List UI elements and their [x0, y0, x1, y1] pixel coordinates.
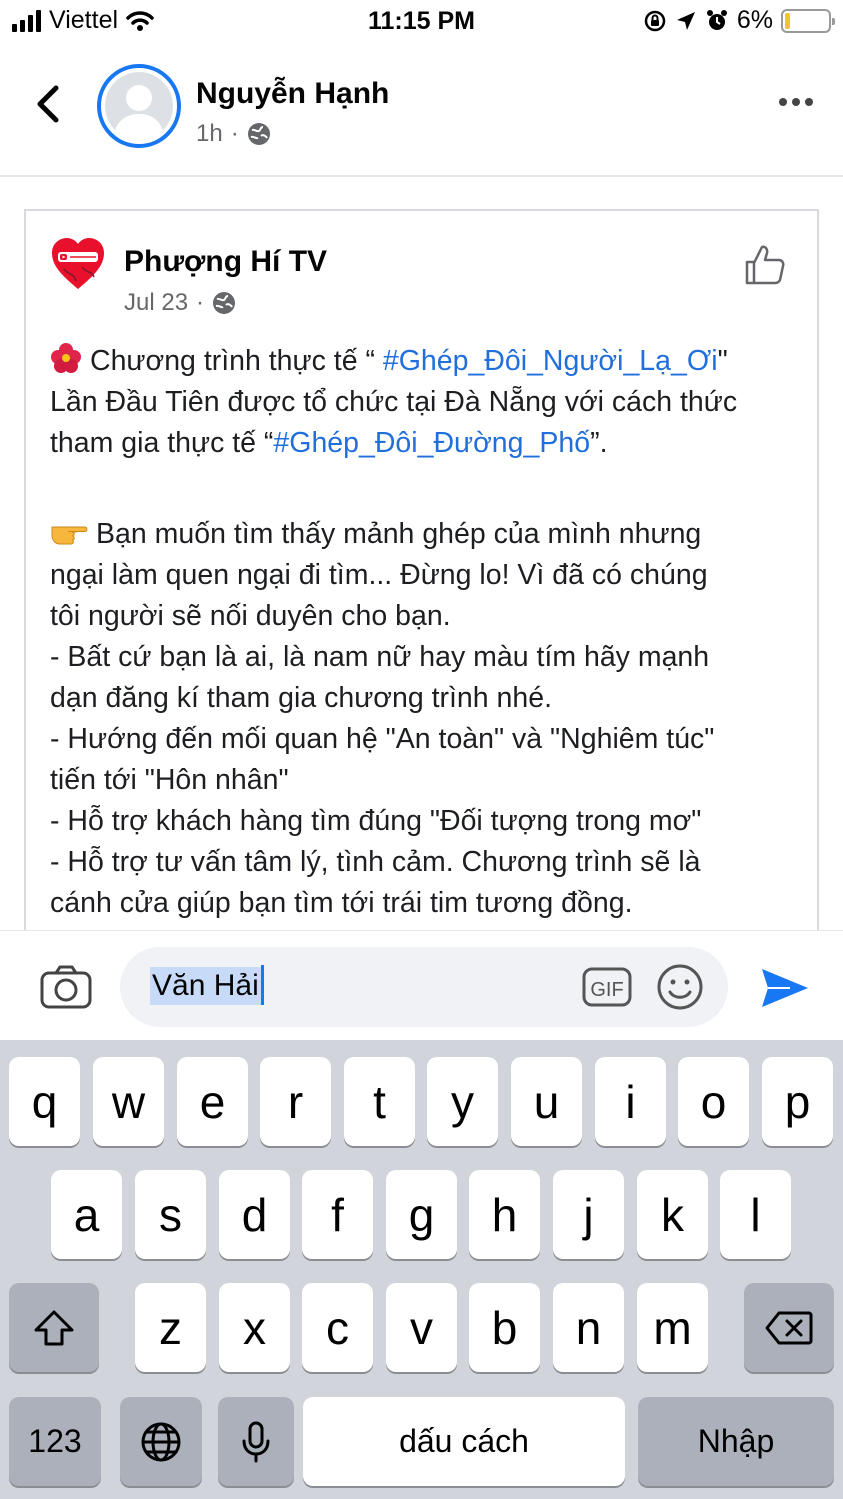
- hashtag-link[interactable]: #Ghép_Đôi_Đường_Phố: [273, 427, 590, 459]
- post-line: Chương trình thực tế “ #Ghép_Đôi_Người_L…: [50, 341, 810, 382]
- post-text: Chương trình thực tế “ #Ghép_Đôi_Người_L…: [50, 341, 810, 924]
- page-post-meta: Jul 23 ·: [124, 289, 236, 317]
- keyboard: q w e r t y u i o p a s d f g h j k l z …: [0, 1040, 843, 1499]
- backspace-icon: [765, 1311, 813, 1344]
- shift-arrow-icon: [34, 1310, 74, 1345]
- globe-icon: [141, 1422, 181, 1461]
- battery-icon: [781, 8, 835, 33]
- dictation-key[interactable]: [218, 1397, 294, 1486]
- post-line: Lần Đầu Tiên được tổ chức tại Đà Nẵng vớ…: [50, 386, 738, 418]
- page-name[interactable]: Phượng Hí TV: [124, 245, 327, 279]
- key-y[interactable]: y: [427, 1057, 498, 1146]
- battery-percent: 6%: [736, 6, 773, 34]
- post-line: tôi người sẽ nối duyên cho bạn.: [50, 600, 451, 632]
- camera-button[interactable]: [40, 965, 92, 1009]
- key-u[interactable]: u: [511, 1057, 582, 1146]
- key-j[interactable]: j: [553, 1170, 624, 1259]
- microphone-icon: [242, 1421, 270, 1462]
- post-line: cánh cửa giúp bạn tìm tới trái tim tương…: [50, 887, 633, 919]
- key-g[interactable]: g: [386, 1170, 457, 1259]
- avatar-placeholder-icon: [105, 72, 173, 140]
- key-m[interactable]: m: [637, 1283, 708, 1372]
- author-avatar[interactable]: [97, 64, 181, 148]
- key-c[interactable]: c: [302, 1283, 373, 1372]
- post-line: - Hỗ trợ tư vấn tâm lý, tình cảm. Chương…: [50, 846, 701, 878]
- send-button[interactable]: [760, 965, 810, 1011]
- key-l[interactable]: l: [720, 1170, 791, 1259]
- numbers-key[interactable]: 123: [9, 1397, 101, 1486]
- return-key[interactable]: Nhập: [638, 1397, 834, 1486]
- page-post-date[interactable]: Jul 23: [124, 289, 188, 317]
- key-f[interactable]: f: [302, 1170, 373, 1259]
- meta-separator: ·: [196, 289, 205, 316]
- shift-key[interactable]: [9, 1283, 99, 1372]
- key-q[interactable]: q: [9, 1057, 80, 1146]
- post-time[interactable]: 1h: [196, 120, 223, 148]
- post-line: - Bất cứ bạn là ai, là nam nữ hay màu tí…: [50, 641, 710, 673]
- gif-button[interactable]: GIF: [582, 965, 632, 1009]
- key-v[interactable]: v: [386, 1283, 457, 1372]
- post-meta: 1h ·: [196, 120, 271, 148]
- status-right: 6%: [643, 6, 835, 35]
- key-n[interactable]: n: [553, 1283, 624, 1372]
- key-e[interactable]: e: [177, 1057, 248, 1146]
- like-thumb-icon[interactable]: [743, 243, 787, 287]
- key-d[interactable]: d: [219, 1170, 290, 1259]
- post-line: tiến tới "Hôn nhân": [50, 764, 289, 796]
- key-z[interactable]: z: [135, 1283, 206, 1372]
- post-line: dạn đăng kí tham gia chương trình nhé.: [50, 682, 553, 714]
- text-caret: [261, 965, 264, 1005]
- pointing-hand-emoji-icon: [51, 526, 88, 545]
- key-b[interactable]: b: [469, 1283, 540, 1372]
- key-p[interactable]: p: [762, 1057, 833, 1146]
- post-line: tham gia thực tế “#Ghép_Đôi_Đường_Phố”.: [50, 427, 608, 459]
- meta-separator: ·: [230, 120, 239, 147]
- status-bar: Viettel 11:15 PM 6%: [0, 0, 843, 44]
- shared-post: Phượng Hí TV Jul 23 · Chương trình thực …: [24, 209, 819, 969]
- emoji-button[interactable]: [656, 963, 704, 1011]
- delete-key[interactable]: [744, 1283, 834, 1372]
- key-k[interactable]: k: [637, 1170, 708, 1259]
- location-icon: [676, 11, 695, 30]
- key-a[interactable]: a: [51, 1170, 122, 1259]
- post-header: Nguyễn Hạnh 1h ·: [0, 44, 843, 177]
- comment-input[interactable]: Văn Hải GIF: [120, 947, 728, 1027]
- globe-icon: [213, 292, 236, 314]
- key-h[interactable]: h: [469, 1170, 540, 1259]
- back-button[interactable]: [28, 82, 68, 126]
- key-o[interactable]: o: [678, 1057, 749, 1146]
- key-x[interactable]: x: [219, 1283, 290, 1372]
- comment-input-value[interactable]: Văn Hải: [150, 967, 261, 1005]
- key-i[interactable]: i: [595, 1057, 666, 1146]
- author-name[interactable]: Nguyễn Hạnh: [196, 77, 389, 111]
- hashtag-link[interactable]: #Ghép_Đôi_Người_Lạ_Ơi: [383, 345, 718, 377]
- alarm-icon: [706, 9, 727, 30]
- comment-composer: Văn Hải GIF: [0, 930, 843, 1040]
- post-line: - Hỗ trợ khách hàng tìm đúng "Đối tượng …: [50, 805, 702, 837]
- key-w[interactable]: w: [93, 1057, 164, 1146]
- post-line: Bạn muốn tìm thấy mảnh ghép của mình như…: [50, 514, 810, 555]
- post-line: ngại làm quen ngại đi tìm... Đừng lo! Vì…: [50, 559, 708, 591]
- svg-text:GIF: GIF: [590, 979, 623, 1001]
- page-logo-icon[interactable]: [48, 233, 108, 293]
- more-options-button[interactable]: [779, 98, 813, 106]
- space-key[interactable]: dấu cách: [303, 1397, 625, 1486]
- globe-key[interactable]: [120, 1397, 202, 1486]
- key-r[interactable]: r: [260, 1057, 331, 1146]
- key-s[interactable]: s: [135, 1170, 206, 1259]
- rotation-lock-icon: [644, 10, 666, 31]
- key-t[interactable]: t: [344, 1057, 415, 1146]
- hibiscus-emoji-icon: [51, 343, 81, 373]
- post-line: - Hướng đến mối quan hệ "An toàn" và "Ng…: [50, 723, 715, 755]
- globe-icon: [247, 123, 270, 145]
